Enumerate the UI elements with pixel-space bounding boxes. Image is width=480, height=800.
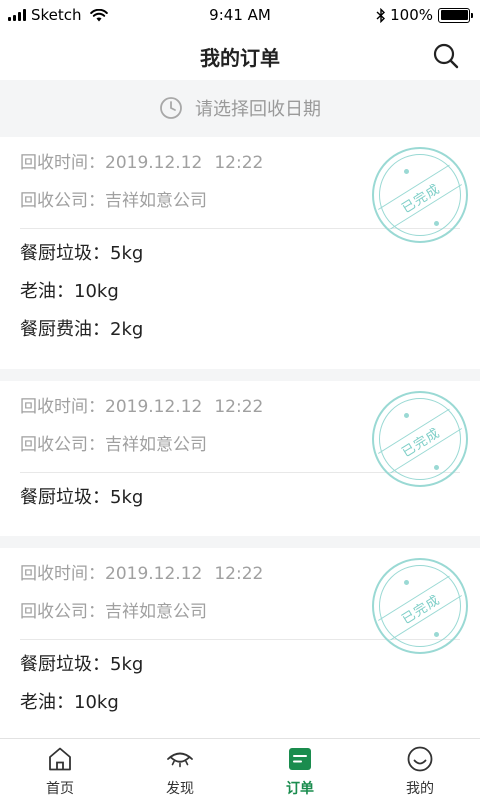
- order-item: 老油：10kg: [20, 692, 119, 713]
- page-title: 我的订单: [200, 46, 280, 70]
- tab-label: 首页: [46, 781, 74, 797]
- smiley-icon: [407, 746, 433, 772]
- tab-label: 我的: [406, 781, 434, 797]
- tab-mine[interactable]: 我的: [360, 739, 480, 800]
- completed-stamp: 已完成: [372, 391, 468, 487]
- bluetooth-icon: [376, 7, 386, 23]
- status-bar: Sketch 9:41 AM 100%: [0, 0, 480, 30]
- battery-icon: [438, 7, 473, 23]
- tab-label: 订单: [286, 781, 314, 797]
- order-item: 餐厨费油：2kg: [20, 319, 144, 340]
- date-picker-label: 请选择回收日期: [195, 99, 321, 120]
- order-card[interactable]: 回收时间：2019.12.12 12:22 回收公司：吉祥如意公司 餐厨垃圾：5k…: [0, 137, 480, 369]
- order-item: 餐厨垃圾：5kg: [20, 487, 144, 508]
- order-card[interactable]: 回收时间：2019.12.12 12:22 回收公司：吉祥如意公司 餐厨垃圾：5k…: [0, 381, 480, 536]
- tab-home[interactable]: 首页: [0, 739, 120, 800]
- eye-icon: [167, 752, 193, 768]
- search-icon[interactable]: [432, 42, 460, 70]
- status-right: 100%: [376, 6, 473, 24]
- tab-discover[interactable]: 发现: [120, 739, 240, 800]
- tab-bar: 首页 发现 订单 我的: [0, 738, 480, 800]
- clock-icon: [160, 97, 182, 119]
- battery-percent: 100%: [390, 6, 433, 24]
- order-icon: [289, 748, 311, 770]
- order-item: 老油：10kg: [20, 281, 119, 302]
- order-card[interactable]: 回收时间：2019.12.12 12:22 回收公司：吉祥如意公司 餐厨垃圾：5k…: [0, 548, 480, 738]
- order-item: 餐厨垃圾：5kg: [20, 654, 144, 675]
- tab-orders[interactable]: 订单: [240, 739, 360, 800]
- order-item: 餐厨垃圾：5kg: [20, 243, 144, 264]
- tab-label: 发现: [166, 781, 194, 797]
- nav-bar: 我的订单: [0, 30, 480, 80]
- date-picker[interactable]: 请选择回收日期: [0, 80, 480, 136]
- completed-stamp: 已完成: [372, 558, 468, 654]
- completed-stamp: 已完成: [372, 147, 468, 243]
- home-icon: [49, 747, 71, 771]
